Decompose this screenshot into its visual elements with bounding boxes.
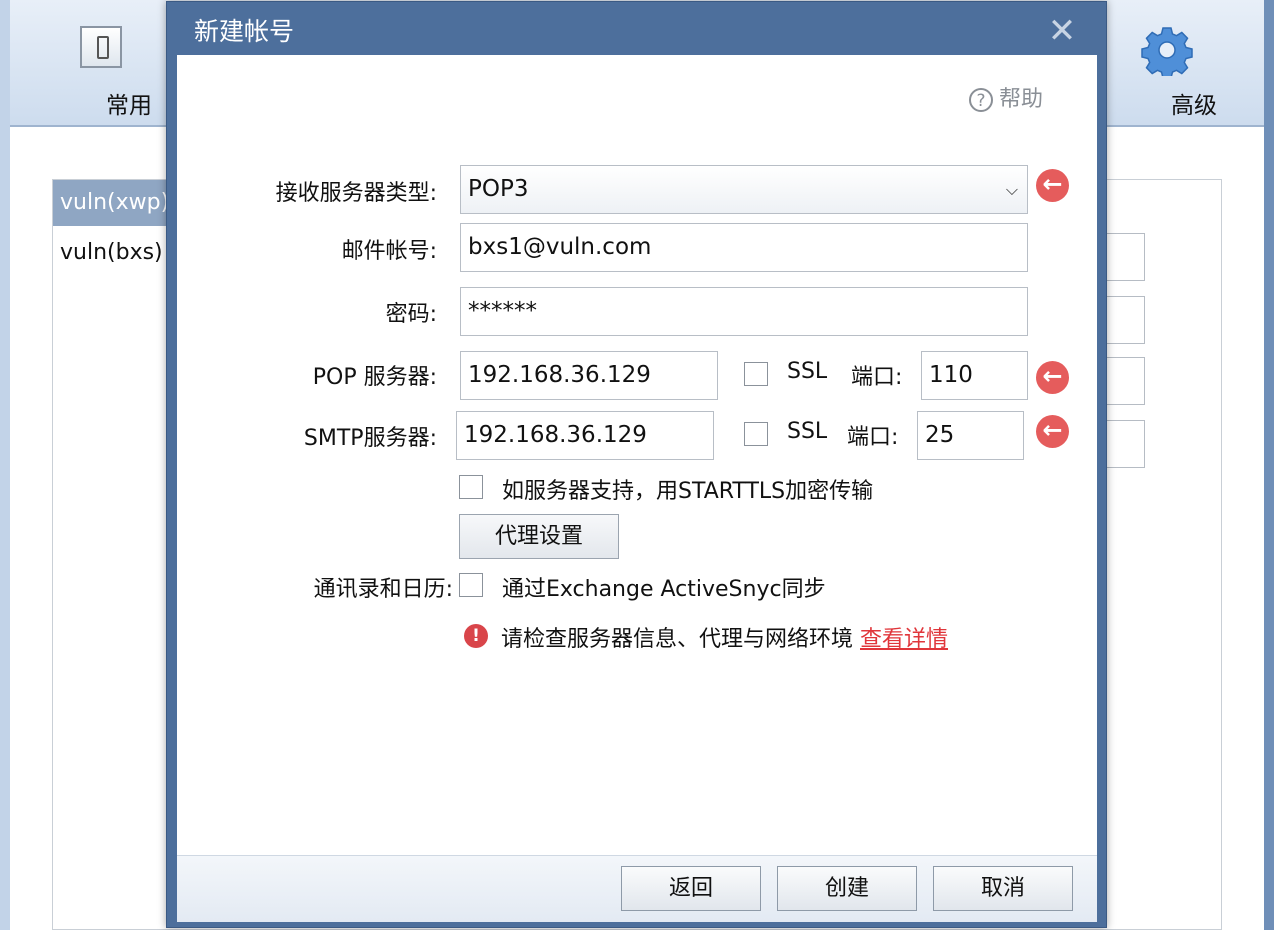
view-details-link[interactable]: 查看详情 xyxy=(860,627,948,652)
error-icon: ! xyxy=(464,624,488,648)
pop-ssl-label: SSL xyxy=(787,359,828,384)
server-type-select[interactable]: POP3 ⌵ xyxy=(460,165,1028,214)
pop-server-field[interactable]: 192.168.36.129 xyxy=(460,351,718,400)
email-field[interactable]: bxs1@vuln.com xyxy=(460,223,1028,272)
background-field[interactable] xyxy=(1103,357,1145,405)
phone-icon xyxy=(80,26,122,68)
error-message: 请检查服务器信息、代理与网络环境 查看详情 xyxy=(501,621,948,653)
pop-ssl-checkbox[interactable] xyxy=(744,362,768,386)
proxy-settings-button[interactable]: 代理设置 xyxy=(459,514,619,559)
smtp-ssl-checkbox[interactable] xyxy=(744,422,768,446)
server-type-value: POP3 xyxy=(468,176,529,202)
required-arrow-icon[interactable]: ← xyxy=(1036,415,1069,448)
server-type-label: 接收服务器类型: xyxy=(275,181,437,206)
smtp-port-label: 端口: xyxy=(847,425,899,450)
new-account-dialog: 新建帐号 ✕ ? 帮助 接收服务器类型: POP3 ⌵ ← 邮件帐号: bxs1@… xyxy=(166,1,1107,928)
chevron-down-icon: ⌵ xyxy=(1005,180,1018,199)
starttls-checkbox[interactable] xyxy=(459,475,483,499)
password-field[interactable]: ****** xyxy=(460,287,1028,336)
required-arrow-icon[interactable]: ← xyxy=(1036,361,1069,394)
activesync-label: 通过Exchange ActiveSnyc同步 xyxy=(502,577,826,602)
help-link[interactable]: ? 帮助 xyxy=(969,81,1043,113)
toolbar-general-label: 常用 xyxy=(106,93,152,119)
required-arrow-icon[interactable]: ← xyxy=(1036,169,1069,202)
help-label: 帮助 xyxy=(999,87,1044,112)
toolbar-advanced[interactable]: 高级 xyxy=(1117,0,1217,125)
error-text: 请检查服务器信息、代理与网络环境 xyxy=(501,627,860,652)
close-icon[interactable]: ✕ xyxy=(1044,14,1080,50)
background-field[interactable] xyxy=(1103,233,1145,281)
activesync-checkbox[interactable] xyxy=(459,573,483,597)
toolbar-advanced-label: 高级 xyxy=(1171,93,1217,119)
dialog-title: 新建帐号 xyxy=(194,17,295,46)
cancel-button[interactable]: 取消 xyxy=(933,866,1073,911)
toolbar-general[interactable]: 常用 xyxy=(52,0,152,125)
back-button[interactable]: 返回 xyxy=(621,866,761,911)
smtp-port-field[interactable]: 25 xyxy=(917,411,1024,460)
gear-icon xyxy=(1141,27,1193,76)
background-field[interactable] xyxy=(1103,296,1145,344)
dialog-footer: 返回 创建 取消 xyxy=(177,855,1097,922)
dialog-body: ? 帮助 接收服务器类型: POP3 ⌵ ← 邮件帐号: bxs1@vuln.co… xyxy=(177,55,1097,855)
background-field[interactable] xyxy=(1103,420,1145,468)
starttls-label: 如服务器支持，用STARTTLS加密传输 xyxy=(502,479,874,504)
password-label: 密码: xyxy=(385,302,437,327)
window-edge xyxy=(1264,0,1274,930)
pop-port-label: 端口: xyxy=(851,365,903,390)
smtp-server-field[interactable]: 192.168.36.129 xyxy=(456,411,714,460)
pop-port-field[interactable]: 110 xyxy=(921,351,1028,400)
smtp-server-label: SMTP服务器: xyxy=(303,426,437,451)
create-button[interactable]: 创建 xyxy=(777,866,917,911)
pop-server-label: POP 服务器: xyxy=(312,365,437,390)
smtp-ssl-label: SSL xyxy=(787,419,828,444)
email-label: 邮件帐号: xyxy=(341,239,437,264)
contacts-calendar-label: 通讯录和日历: xyxy=(313,577,453,602)
help-icon: ? xyxy=(969,88,993,112)
